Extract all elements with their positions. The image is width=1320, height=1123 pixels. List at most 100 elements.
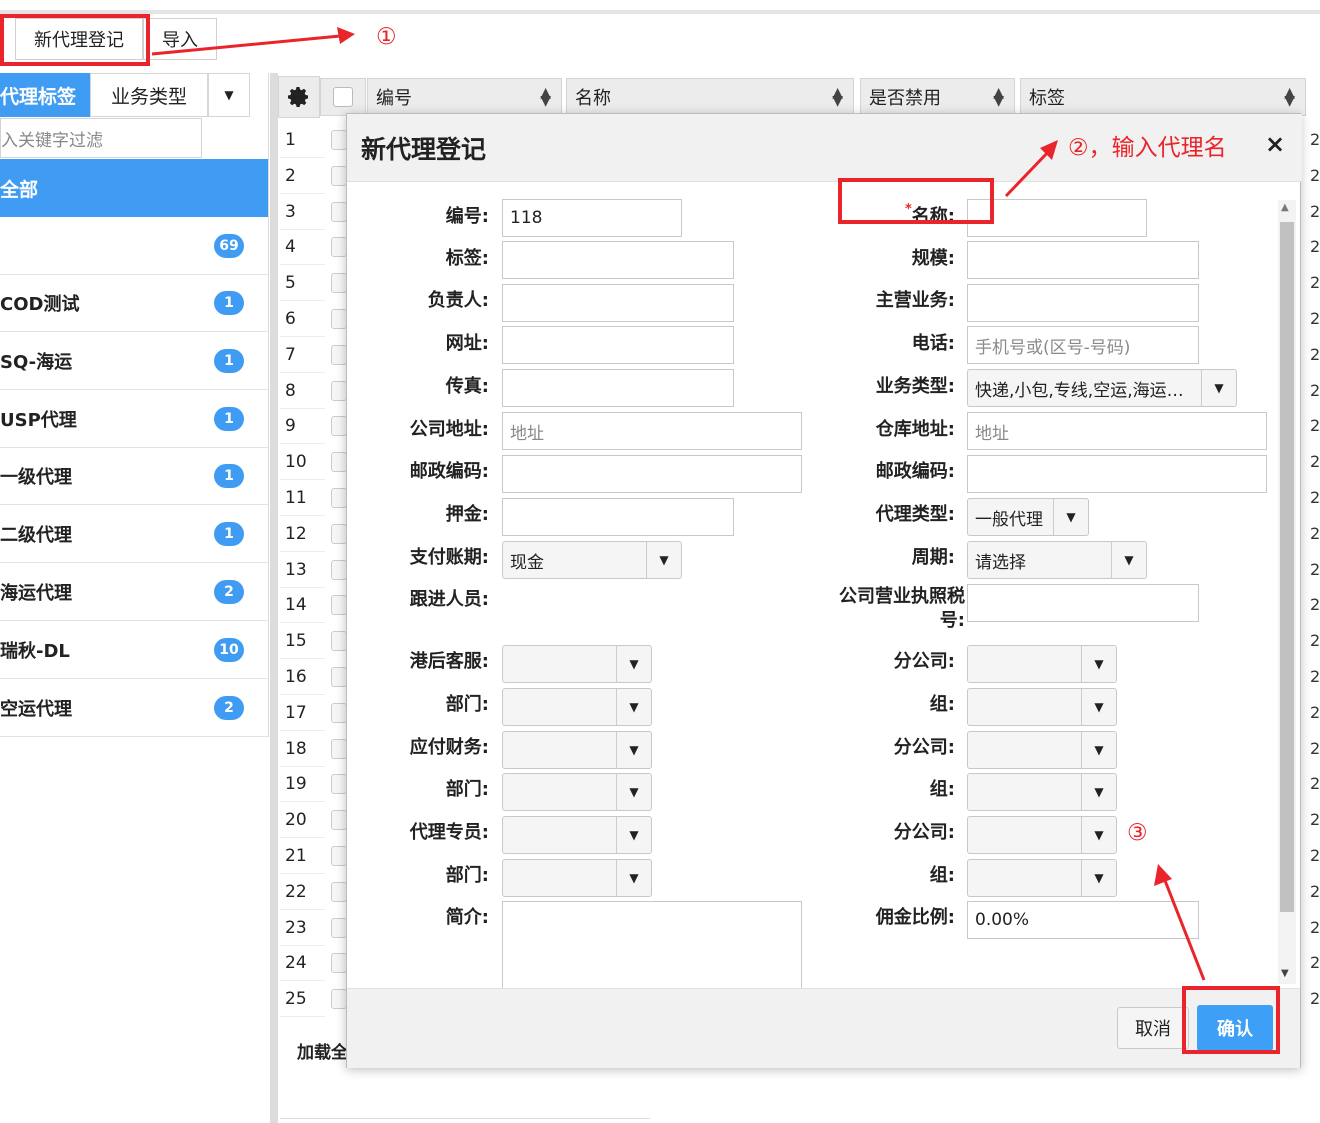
row-checkbox[interactable] [331, 738, 347, 759]
phone-input[interactable]: 手机号或(区号-号码) [967, 326, 1199, 364]
row-checkbox[interactable] [331, 380, 347, 401]
row-checkbox[interactable] [331, 309, 347, 329]
tag-list-item[interactable]: 69 [0, 217, 268, 275]
tab-dropdown-icon[interactable]: ▼ [208, 73, 250, 117]
chevron-down-icon[interactable]: ▼ [1081, 817, 1116, 853]
row-checkbox[interactable] [331, 631, 347, 652]
row-checkbox[interactable] [331, 917, 347, 938]
chevron-down-icon[interactable]: ▼ [1081, 646, 1116, 682]
row-checkbox[interactable] [331, 846, 347, 866]
name-input[interactable] [967, 199, 1147, 237]
row-checkbox[interactable] [331, 488, 347, 508]
group-select-2[interactable]: ▼ [967, 773, 1117, 811]
row-checkbox[interactable] [331, 702, 347, 723]
row-checkbox[interactable] [331, 989, 347, 1010]
dept-select-3[interactable]: ▼ [502, 859, 652, 897]
scrollbar-thumb[interactable] [1280, 222, 1294, 912]
row-checkbox[interactable] [331, 810, 347, 831]
row-checkbox[interactable] [331, 667, 347, 687]
scroll-down-icon[interactable]: ▼ [1281, 968, 1289, 979]
chevron-down-icon[interactable]: ▼ [1081, 689, 1116, 725]
warehouse-address-input[interactable]: 地址 [967, 412, 1267, 450]
branch-select-2[interactable]: ▼ [967, 731, 1117, 769]
row-checkbox[interactable] [331, 273, 347, 294]
row-checkbox[interactable] [331, 201, 347, 222]
owner-input[interactable] [502, 284, 734, 322]
column-header-code[interactable]: 编号 ▲ ▼ [367, 78, 562, 116]
column-header-tag[interactable]: 标签 ▲ ▼ [1020, 78, 1306, 116]
scale-input[interactable] [967, 241, 1199, 279]
chevron-down-icon[interactable]: ▼ [1201, 370, 1236, 406]
row-checkbox[interactable] [331, 237, 347, 258]
branch-select-1[interactable]: ▼ [967, 645, 1117, 683]
tag-list-item[interactable]: 瑞秋-DL 10 [0, 621, 268, 679]
tag-input[interactable] [502, 241, 734, 279]
tag-list-item[interactable]: SQ-海运 1 [0, 332, 268, 390]
payment-term-select[interactable]: 现金 ▼ [502, 541, 682, 579]
row-checkbox[interactable] [331, 953, 347, 974]
chevron-down-icon[interactable]: ▼ [1081, 860, 1116, 896]
postcode-input-1[interactable] [502, 455, 802, 493]
gear-icon[interactable] [278, 76, 320, 118]
chevron-down-icon[interactable]: ▼ [1053, 499, 1088, 535]
row-checkbox[interactable] [331, 774, 347, 795]
row-checkbox[interactable] [331, 595, 347, 616]
postcode-input-2[interactable] [967, 455, 1267, 493]
deposit-input[interactable] [502, 498, 734, 536]
row-checkbox[interactable] [331, 452, 347, 473]
business-type-select[interactable]: 快递,小包,专线,空运,海运… ▼ [967, 369, 1237, 407]
row-checkbox[interactable] [331, 523, 347, 544]
row-checkbox[interactable] [331, 416, 347, 437]
close-icon[interactable]: × [1265, 130, 1285, 158]
chevron-down-icon[interactable]: ▼ [646, 542, 681, 578]
tag-list-item[interactable]: 一级代理 1 [0, 447, 268, 505]
column-header-disabled[interactable]: 是否禁用 ▲ ▼ [860, 78, 1015, 116]
column-header-name[interactable]: 名称 ▲ ▼ [566, 78, 854, 116]
tab-agent-tags[interactable]: 代理标签 [0, 73, 90, 117]
dept-select-2[interactable]: ▼ [502, 773, 652, 811]
dept-select-1[interactable]: ▼ [502, 688, 652, 726]
tag-list-item[interactable]: 海运代理 2 [0, 563, 268, 621]
tax-no-input[interactable] [967, 584, 1199, 622]
company-address-input[interactable]: 地址 [502, 412, 802, 450]
tag-list-item[interactable]: 二级代理 1 [0, 505, 268, 563]
agent-type-select[interactable]: 一般代理 ▼ [967, 498, 1089, 536]
period-select[interactable]: 请选择 ▼ [967, 541, 1147, 579]
tag-list-item[interactable]: USP代理 1 [0, 390, 268, 448]
select-all-checkbox[interactable] [333, 87, 353, 107]
scroll-up-icon[interactable]: ▲ [1281, 202, 1289, 213]
main-business-input[interactable] [967, 284, 1199, 322]
tab-business-type[interactable]: 业务类型 [90, 73, 208, 117]
fax-input[interactable] [502, 369, 734, 407]
group-select-1[interactable]: ▼ [967, 688, 1117, 726]
port-cs-select[interactable]: ▼ [502, 645, 652, 683]
load-all-button[interactable]: 加载全部 [280, 1030, 350, 1070]
tag-list-item[interactable]: 空运代理 2 [0, 679, 268, 737]
tag-list-item[interactable]: COD测试 1 [0, 274, 268, 332]
chevron-down-icon[interactable]: ▼ [616, 689, 651, 725]
chevron-down-icon[interactable]: ▼ [1081, 774, 1116, 810]
chevron-down-icon[interactable]: ▼ [616, 817, 651, 853]
row-checkbox[interactable] [331, 881, 347, 902]
cancel-button[interactable]: 取消 [1117, 1007, 1189, 1049]
row-checkbox[interactable] [331, 165, 347, 186]
tag-all-item[interactable]: 全部 [0, 159, 268, 217]
payable-select[interactable]: ▼ [502, 731, 652, 769]
row-checkbox[interactable] [331, 559, 347, 580]
intro-textarea[interactable] [502, 901, 802, 991]
keyword-filter-input[interactable]: 入关键字过滤 [0, 118, 202, 158]
chevron-down-icon[interactable]: ▼ [1081, 732, 1116, 768]
website-input[interactable] [502, 326, 734, 364]
row-checkbox[interactable] [331, 130, 347, 150]
agent-staff-select[interactable]: ▼ [502, 816, 652, 854]
group-select-3[interactable]: ▼ [967, 859, 1117, 897]
chevron-down-icon[interactable]: ▼ [616, 774, 651, 810]
chevron-down-icon[interactable]: ▼ [616, 732, 651, 768]
splitter[interactable] [270, 73, 278, 1123]
code-input[interactable]: 118 [502, 199, 682, 237]
chevron-down-icon[interactable]: ▼ [616, 860, 651, 896]
chevron-down-icon[interactable]: ▼ [616, 646, 651, 682]
row-checkbox[interactable] [331, 344, 347, 365]
chevron-down-icon[interactable]: ▼ [1111, 542, 1146, 578]
branch-select-3[interactable]: ▼ [967, 816, 1117, 854]
